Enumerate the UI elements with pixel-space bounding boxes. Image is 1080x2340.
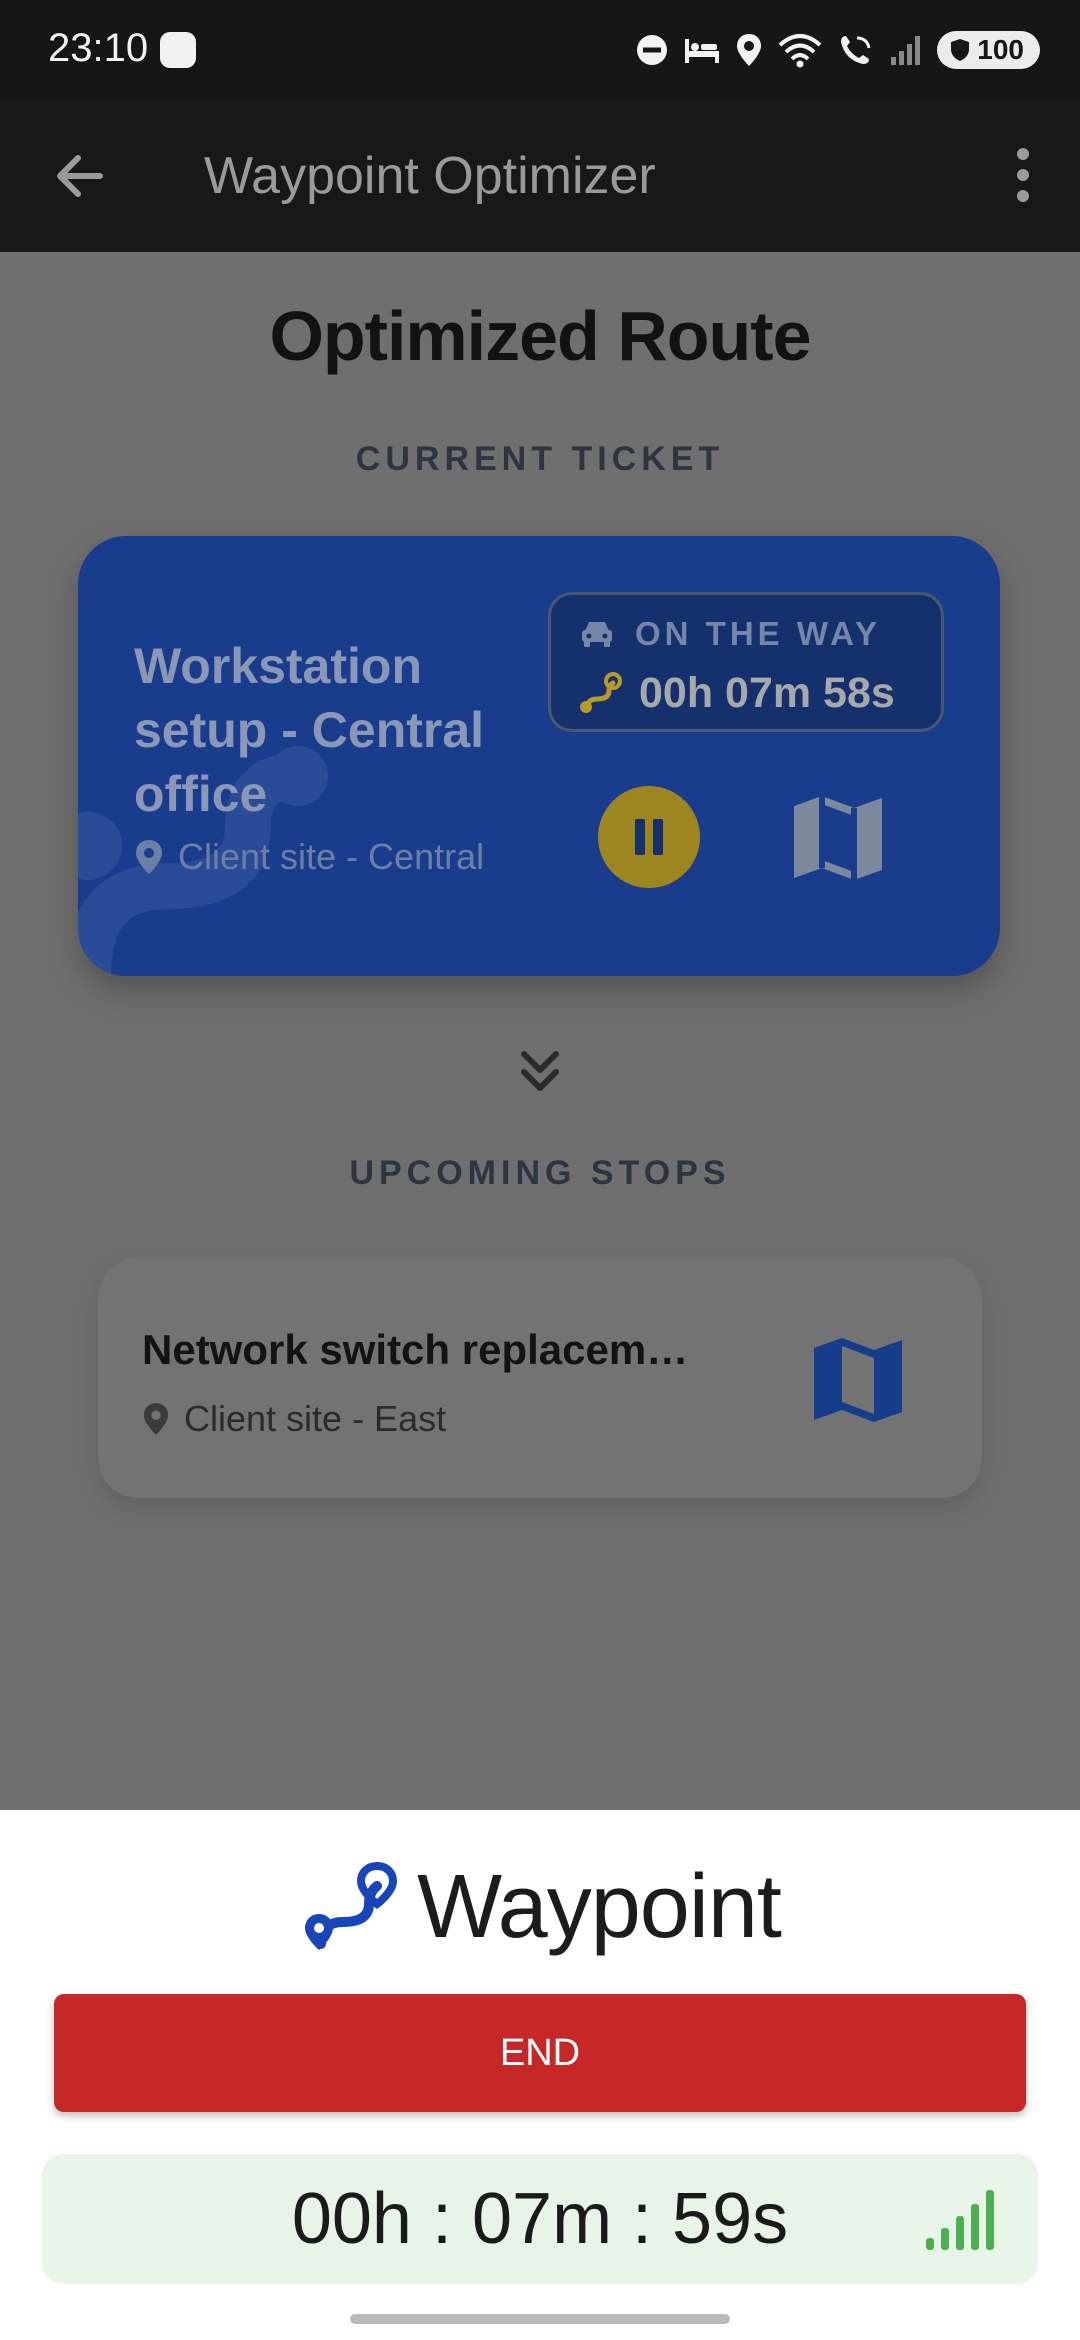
battery-level: 100 bbox=[977, 34, 1024, 65]
trip-timer: 00h 07m 58s bbox=[639, 669, 895, 717]
stop-title: Network switch replacement bbox=[142, 1326, 702, 1373]
stop-location: Client site - East bbox=[142, 1398, 446, 1440]
signal-icon bbox=[891, 36, 921, 65]
current-ticket-label: CURRENT TICKET bbox=[355, 440, 725, 478]
bottom-sheet: Waypoint END 00h : 07m : 59s bbox=[0, 1810, 1080, 2340]
status-icons: 100 bbox=[635, 28, 1040, 72]
location-pin-icon bbox=[136, 840, 162, 874]
current-ticket-card[interactable]: Workstation setup - Central office Clien… bbox=[78, 536, 1000, 976]
page-title: Optimized Route bbox=[269, 297, 811, 375]
app-title: Waypoint Optimizer bbox=[204, 147, 656, 205]
ticket-title: Workstation setup - Central office bbox=[134, 638, 485, 822]
back-button[interactable] bbox=[48, 144, 112, 208]
ticket-location: Client site - Central bbox=[134, 836, 484, 878]
ticket-location-text: Client site - Central bbox=[178, 836, 485, 877]
pause-button[interactable] bbox=[598, 786, 700, 888]
upcoming-stop-card[interactable]: Network switch replacement Client site -… bbox=[98, 1258, 982, 1498]
home-indicator[interactable] bbox=[350, 2314, 730, 2324]
battery-indicator: 100 bbox=[937, 31, 1040, 69]
waypoint-logo-icon bbox=[305, 1861, 398, 1950]
pause-icon bbox=[635, 819, 663, 855]
wifi-calling-icon bbox=[841, 36, 871, 64]
car-icon bbox=[582, 622, 612, 647]
map-icon bbox=[794, 796, 882, 880]
more-options-button[interactable] bbox=[988, 140, 1058, 210]
dnd-icon bbox=[637, 35, 668, 65]
battery-shield-icon bbox=[951, 39, 970, 61]
more-vert-icon bbox=[1017, 148, 1029, 202]
upcoming-stops-label: UPCOMING STOPS bbox=[349, 1154, 731, 1192]
bed-icon bbox=[685, 39, 720, 63]
total-timer: 00h : 07m : 59s bbox=[291, 2179, 789, 2259]
total-timer-box: 00h : 07m : 59s bbox=[42, 2154, 1038, 2284]
brand: Waypoint bbox=[0, 1856, 1080, 1959]
location-icon bbox=[737, 34, 762, 66]
status-time: 23:10 bbox=[48, 26, 149, 70]
current-map-button[interactable] bbox=[788, 788, 888, 893]
status-chip: ON THE WAY 00h 07m 58s bbox=[548, 592, 944, 732]
wifi-icon bbox=[778, 34, 822, 68]
brand-name: Waypoint bbox=[417, 1857, 782, 1957]
arrow-left-icon bbox=[57, 155, 103, 197]
status-bar: 23:10 100 bbox=[0, 0, 1080, 100]
trip-status: ON THE WAY bbox=[635, 615, 881, 652]
end-button[interactable]: END bbox=[54, 1994, 1026, 2112]
location-pin-icon bbox=[143, 1403, 169, 1435]
stop-map-button[interactable] bbox=[808, 1330, 908, 1435]
stop-location-text: Client site - East bbox=[184, 1398, 447, 1439]
route-content: Optimized Route CURRENT TICKET Workstati… bbox=[0, 252, 1080, 1810]
map-icon bbox=[814, 1338, 902, 1422]
chevron-down-icon bbox=[510, 1042, 570, 1107]
app-bar: Waypoint Optimizer bbox=[0, 100, 1080, 252]
route-icon bbox=[580, 671, 622, 713]
signal-strength-icon bbox=[926, 2190, 994, 2250]
notification-dot bbox=[160, 32, 196, 68]
